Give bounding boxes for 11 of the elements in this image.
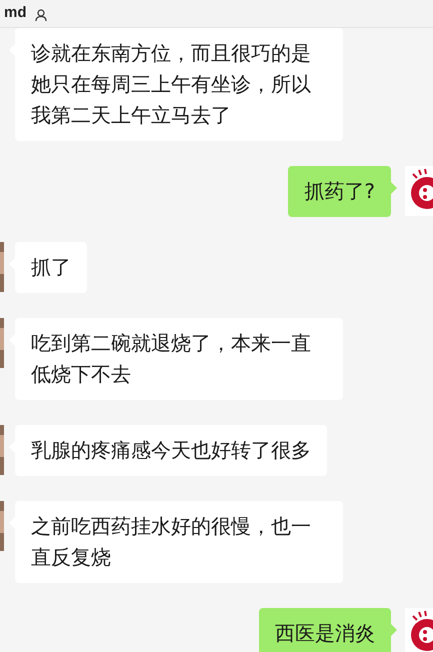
message-bubble: 西医是消炎	[259, 608, 391, 652]
chat-title: md	[4, 5, 26, 21]
message-bubble: 抓了	[15, 242, 87, 293]
person-icon	[34, 9, 46, 21]
message-bubble: 之前吃西药挂水好的很慢，也一直反复烧	[15, 501, 343, 583]
message-bubble: 抓药了?	[288, 166, 391, 217]
bubble-tail	[391, 182, 397, 194]
message-bubble: 乳腺的疼痛感今天也好转了很多	[15, 425, 327, 476]
message-bubble: 吃到第二碗就退烧了，本来一直低烧下不去	[15, 318, 343, 400]
bubble-tail	[391, 624, 397, 636]
message-bubble: 诊就在东南方位，而且很巧的是她只在每周三上午有坐诊，所以我第二天上午立马去了	[15, 28, 343, 141]
